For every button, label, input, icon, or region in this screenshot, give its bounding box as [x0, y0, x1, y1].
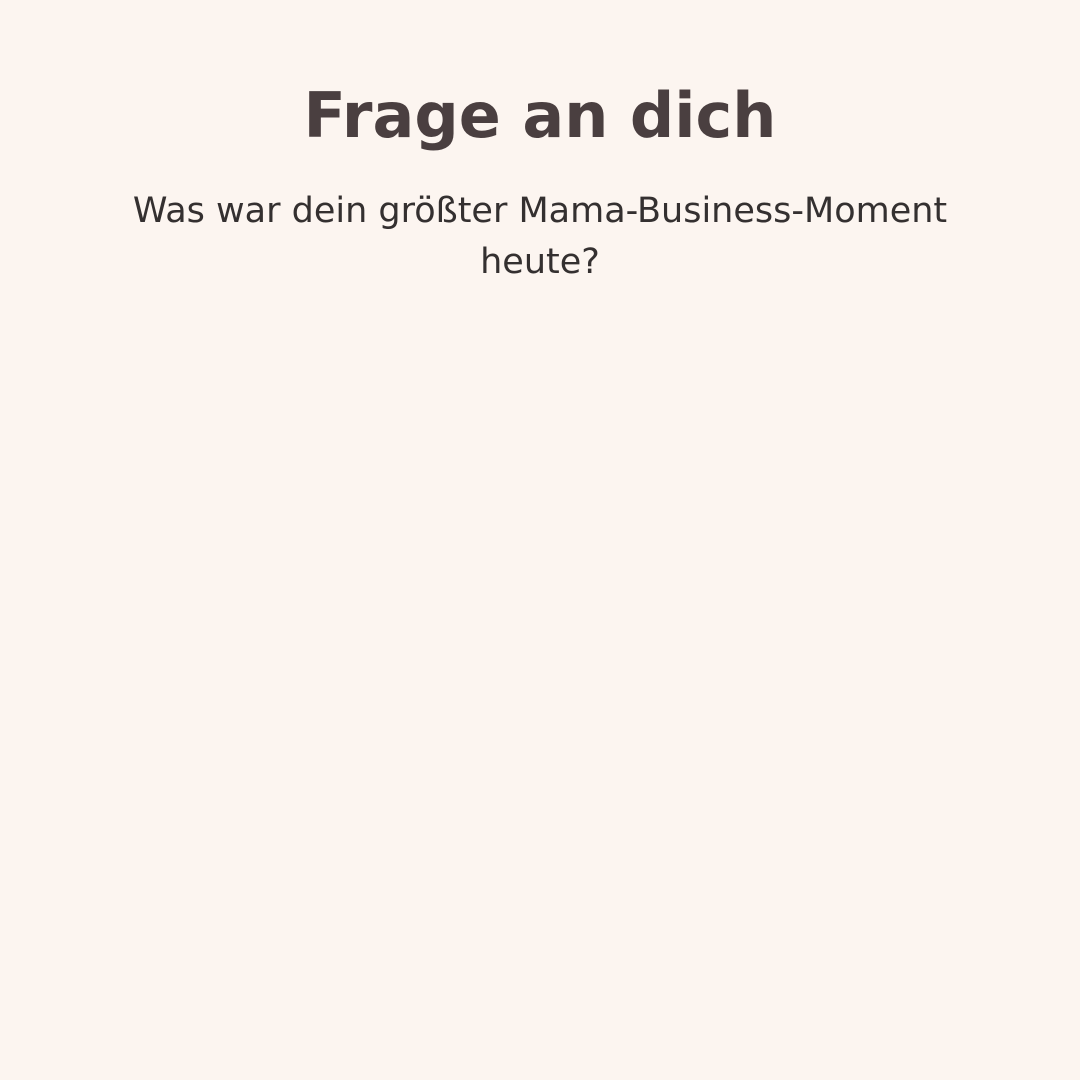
question-text: Was war dein größter Mama-Business-Momen…: [132, 191, 948, 282]
post-title: Frage an dich: [303, 79, 777, 152]
question-card: Frage an dich Was war dein größter Mama-…: [0, 0, 1080, 1080]
